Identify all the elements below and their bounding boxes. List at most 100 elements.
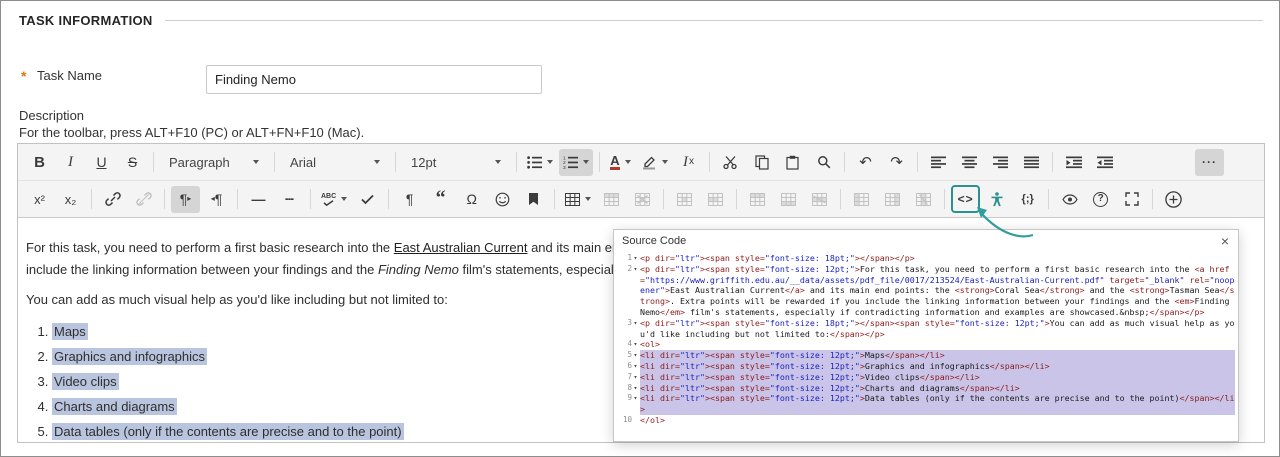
task-name-input[interactable] bbox=[206, 65, 542, 94]
anchor-bookmark-icon bbox=[528, 192, 539, 206]
emoji-icon bbox=[495, 192, 510, 207]
redo-button[interactable]: ↷ bbox=[882, 149, 911, 176]
source-code-icon: <> bbox=[957, 192, 974, 206]
toolbar-separator bbox=[1052, 152, 1053, 172]
fullscreen-button[interactable] bbox=[1117, 186, 1146, 213]
paste-icon bbox=[786, 155, 799, 170]
align-left-button[interactable] bbox=[924, 149, 953, 176]
fold-arrow-icon[interactable]: ▾ bbox=[632, 350, 639, 361]
code-line: 10 </ol> bbox=[617, 415, 1235, 426]
help-button[interactable]: ? bbox=[1086, 186, 1115, 213]
horizontal-line-button[interactable]: ― bbox=[244, 186, 273, 213]
font-size-select[interactable]: 12pt bbox=[402, 149, 510, 176]
fold-arrow-icon[interactable]: ▾ bbox=[632, 339, 639, 350]
right-to-left-button[interactable]: ◂¶ bbox=[202, 186, 231, 213]
code-text: </ol> bbox=[640, 414, 665, 425]
delete-column-icon bbox=[916, 192, 932, 206]
selected-text: Data tables (only if the contents are pr… bbox=[52, 423, 404, 440]
text-run: include the linking information between … bbox=[26, 262, 378, 277]
find-replace-button[interactable] bbox=[809, 149, 838, 176]
superscript-button[interactable]: x² bbox=[25, 186, 54, 213]
editor-toolbar: B I U S Paragraph Arial 12pt 1 2 3 A Ix ↶ ↷ ··· x² x₂ ¶▸… bbox=[18, 144, 1264, 218]
toolbar-row-2: x² x₂ ¶▸ ◂¶ ― ┄ ABC ¶ “ Ω <> {;}? bbox=[18, 180, 1264, 217]
add-content-button[interactable] bbox=[1159, 186, 1188, 213]
superscript-icon: x² bbox=[34, 191, 45, 207]
fold-arrow-icon[interactable]: ▾ bbox=[632, 372, 639, 383]
bullet-list-button[interactable] bbox=[523, 149, 557, 176]
align-right-button[interactable] bbox=[986, 149, 1015, 176]
undo-icon: ↶ bbox=[859, 153, 872, 171]
fold-arrow-icon[interactable]: ▾ bbox=[632, 318, 639, 329]
toolbar-label: Arial bbox=[290, 154, 317, 170]
content-link[interactable]: East Australian Current bbox=[394, 240, 528, 255]
blockquote-button[interactable]: “ bbox=[426, 186, 455, 213]
cut-button[interactable] bbox=[716, 149, 745, 176]
line-number: 8 ▾ bbox=[627, 382, 639, 394]
fold-arrow-icon[interactable]: ▾ bbox=[632, 253, 639, 264]
selected-text: Charts and diagrams bbox=[52, 398, 177, 415]
highlight-color-button[interactable] bbox=[637, 149, 672, 176]
font-family-select[interactable]: Arial bbox=[281, 149, 389, 176]
copy-button[interactable] bbox=[747, 149, 776, 176]
subscript-button[interactable]: x₂ bbox=[56, 186, 85, 213]
link-icon bbox=[104, 191, 121, 207]
accessibility-checker-button[interactable] bbox=[982, 186, 1011, 213]
delete-column-button bbox=[909, 186, 938, 213]
clear-formatting-button[interactable]: Ix bbox=[674, 149, 703, 176]
show-paragraph-marks-button[interactable]: ¶ bbox=[395, 186, 424, 213]
italic-button[interactable]: I bbox=[56, 149, 85, 176]
line-number: 10 bbox=[622, 414, 632, 424]
code-text: <li dir="ltr"><span style="font-size: 12… bbox=[640, 371, 1235, 383]
align-center-button[interactable] bbox=[955, 149, 984, 176]
page-break-button[interactable]: ┄ bbox=[275, 186, 304, 213]
code-text: <li dir="ltr"><span style="font-size: 12… bbox=[640, 350, 1235, 361]
toolbar-separator bbox=[736, 189, 738, 209]
left-to-right-button[interactable]: ¶▸ bbox=[171, 185, 200, 213]
align-right-icon bbox=[993, 156, 1008, 169]
checkmark-button[interactable] bbox=[353, 186, 382, 213]
code-text: <p dir="ltr"><span style="font-size: 18p… bbox=[640, 317, 1235, 339]
code-line: 6 ▾ <li dir="ltr"><span style="font-size: … bbox=[617, 360, 1235, 372]
source-code-button[interactable]: <> bbox=[951, 185, 981, 213]
merge-cells-icon bbox=[708, 192, 724, 206]
emoticons-button[interactable] bbox=[488, 186, 517, 213]
italic-icon: I bbox=[68, 153, 73, 170]
fold-arrow-icon[interactable]: ▾ bbox=[632, 383, 639, 394]
cell-properties-icon bbox=[677, 192, 693, 206]
spellcheck-icon: ABC bbox=[321, 193, 336, 206]
code-sample-button[interactable]: {;} bbox=[1013, 186, 1042, 213]
table-button[interactable] bbox=[561, 186, 595, 213]
align-justify-button[interactable] bbox=[1017, 149, 1046, 176]
bold-icon: B bbox=[34, 153, 45, 171]
show-more-toolbar-button[interactable]: ··· bbox=[1195, 148, 1224, 176]
insert-row-below-icon bbox=[781, 192, 797, 206]
spellcheck-button[interactable]: ABC bbox=[317, 186, 351, 213]
preview-button[interactable] bbox=[1055, 186, 1084, 213]
fold-arrow-icon[interactable]: ▾ bbox=[632, 264, 639, 275]
undo-button[interactable]: ↶ bbox=[851, 149, 880, 176]
text-color-button[interactable]: A bbox=[606, 149, 635, 176]
toolbar-separator bbox=[237, 189, 238, 209]
insert-link-button[interactable] bbox=[98, 186, 127, 213]
svg-text:3: 3 bbox=[563, 165, 566, 169]
paragraph-style-select[interactable]: Paragraph bbox=[160, 149, 268, 176]
strikethrough-button[interactable]: S bbox=[118, 149, 147, 176]
search-icon bbox=[817, 155, 831, 169]
paste-button[interactable] bbox=[778, 149, 807, 176]
anchor-button[interactable] bbox=[519, 186, 548, 213]
bold-button[interactable]: B bbox=[25, 149, 54, 176]
code-editor[interactable]: 1 ▾ <p dir="ltr"><span style="font-size: 1… bbox=[617, 253, 1235, 438]
toolbar-separator bbox=[91, 189, 92, 209]
table-icon bbox=[565, 192, 581, 206]
special-character-button[interactable]: Ω bbox=[457, 186, 486, 213]
outdent-button[interactable] bbox=[1090, 149, 1119, 176]
fold-arrow-icon[interactable]: ▾ bbox=[632, 361, 639, 372]
toolbar-separator bbox=[516, 152, 517, 172]
close-icon[interactable]: × bbox=[1216, 232, 1234, 250]
underline-button[interactable]: U bbox=[87, 149, 116, 176]
indent-button[interactable] bbox=[1059, 149, 1088, 176]
fold-arrow-icon[interactable]: ▾ bbox=[632, 393, 639, 404]
numbered-list-button[interactable]: 123 bbox=[559, 148, 593, 176]
toolbar-separator bbox=[917, 152, 918, 172]
text-run: For this task, you need to perform a fir… bbox=[26, 240, 394, 255]
